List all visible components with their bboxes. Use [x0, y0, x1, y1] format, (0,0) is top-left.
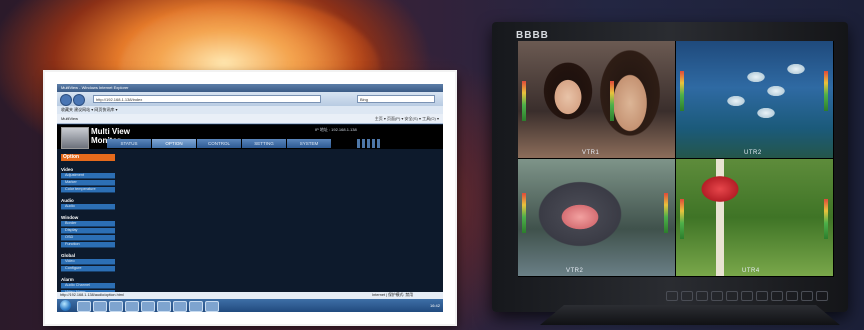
menu-item[interactable]: Configure	[61, 266, 115, 272]
menu-group-label: Alarm	[61, 277, 74, 282]
quadrant-4: UTR4	[676, 159, 833, 276]
quadrant-1: VTR1	[518, 41, 675, 158]
status-bar: http://192.168.1.138/audio/option.html I…	[57, 292, 443, 299]
browser-tab[interactable]: MultiView	[61, 116, 78, 121]
menu-item[interactable]: Audio Channel	[61, 283, 115, 289]
quadrant-label: UTR2	[744, 150, 762, 156]
menu-item[interactable]: OSD	[61, 235, 115, 241]
status-url: http://192.168.1.138/audio/option.html	[60, 293, 124, 297]
taskbar: 16:42	[57, 299, 443, 312]
menu-group-label: Window	[61, 215, 79, 220]
browser-screenshot: MultiView - Windows Internet Explorer ht…	[45, 72, 455, 324]
menu-item[interactable]: Adjustment	[61, 173, 115, 179]
monitor-screen: VTR1 UTR2 VTR2 UTR4	[518, 41, 834, 277]
audio-meter	[680, 199, 684, 239]
quadrant-label: UTR4	[742, 268, 760, 274]
start-button[interactable]	[60, 300, 71, 311]
taskbar-app-icon[interactable]	[189, 301, 203, 312]
favorites-bar[interactable]: 收藏夹 建议网站 ▾ 网页快讯库 ▾	[57, 106, 443, 114]
menu-group-label: Audio	[61, 198, 74, 203]
tab-option[interactable]: OPTION	[152, 139, 196, 148]
tab-control[interactable]: CONTROL	[197, 139, 241, 148]
system-tray-clock[interactable]: 16:42	[430, 301, 440, 310]
app-tabs: STATUS OPTION CONTROL SETTING SYSTEM	[107, 139, 332, 148]
quadrant-2: UTR2	[676, 41, 833, 158]
taskbar-app-icon[interactable]	[173, 301, 187, 312]
search-input[interactable]: Bing	[357, 95, 435, 103]
decor-bars	[357, 139, 382, 148]
forward-icon[interactable]	[73, 94, 85, 106]
taskbar-media-icon[interactable]	[109, 301, 123, 312]
menu-item[interactable]: Color temperature	[61, 187, 115, 193]
taskbar-app-icon[interactable]	[141, 301, 155, 312]
menu-item[interactable]: Border	[61, 221, 115, 227]
tab-status[interactable]: STATUS	[107, 139, 151, 148]
monitor-device: BBBB VTR1 UTR2 VTR2 UTR4	[492, 22, 848, 312]
audio-meter	[824, 199, 828, 239]
command-bar[interactable]: 主页 ▾ 页面(P) ▾ 安全(S) ▾ 工具(O) ▾	[375, 114, 439, 124]
menu-item[interactable]: Marker	[61, 180, 115, 186]
option-menu: Option Video Adjustment Marker Color temper…	[61, 154, 115, 311]
audio-meter	[522, 81, 526, 121]
audio-meter	[610, 81, 614, 121]
taskbar-app-icon[interactable]	[157, 301, 171, 312]
menu-groups: Video Adjustment Marker Color temperature Au…	[61, 167, 115, 310]
menu-group-label: Global	[61, 253, 76, 258]
monitor-buttons[interactable]	[666, 291, 831, 301]
browser-tab-bar: MultiView 主页 ▾ 页面(P) ▾ 安全(S) ▾ 工具(O) ▾	[57, 114, 443, 124]
menu-group-label: Video	[61, 167, 74, 172]
brand-logo: BBBB	[516, 30, 549, 41]
quadrant-label: VTR2	[566, 268, 584, 274]
tab-system[interactable]: SYSTEM	[287, 139, 331, 148]
url-input[interactable]: http://192.168.1.138/index	[93, 95, 321, 103]
taskbar-folder-icon[interactable]	[93, 301, 107, 312]
taskbar-app-icon[interactable]	[205, 301, 219, 312]
menu-title: Option	[61, 154, 115, 161]
menu-item[interactable]: Display	[61, 228, 115, 234]
audio-meter	[522, 193, 526, 233]
taskbar-app-icon[interactable]	[125, 301, 139, 312]
logo-icon	[61, 127, 89, 149]
monitor-stand	[540, 305, 840, 325]
window-title: MultiView - Windows Internet Explorer	[57, 84, 443, 92]
audio-meter	[824, 71, 828, 111]
menu-item[interactable]: Audio	[61, 204, 115, 210]
taskbar-ie-icon[interactable]	[77, 301, 91, 312]
quadrant-3: VTR2	[518, 159, 675, 276]
app-title-line1: Multi View	[91, 127, 130, 136]
back-icon[interactable]	[60, 94, 72, 106]
audio-meter	[680, 71, 684, 111]
menu-item[interactable]: Function	[61, 242, 115, 248]
audio-meter	[664, 193, 668, 233]
status-zone: Internet | 保护模式: 禁用	[372, 293, 413, 297]
quadrant-label: VTR1	[582, 150, 600, 156]
ip-info: IP 地址 : 192.168.1.138	[315, 127, 357, 132]
address-bar-area: http://192.168.1.138/index Bing	[57, 92, 443, 106]
browser-window: MultiView - Windows Internet Explorer ht…	[57, 84, 443, 312]
menu-item[interactable]: Video	[61, 259, 115, 265]
tab-setting[interactable]: SETTING	[242, 139, 286, 148]
app-header: Multi View Monitor IP 地址 : 192.168.1.138…	[57, 125, 443, 149]
